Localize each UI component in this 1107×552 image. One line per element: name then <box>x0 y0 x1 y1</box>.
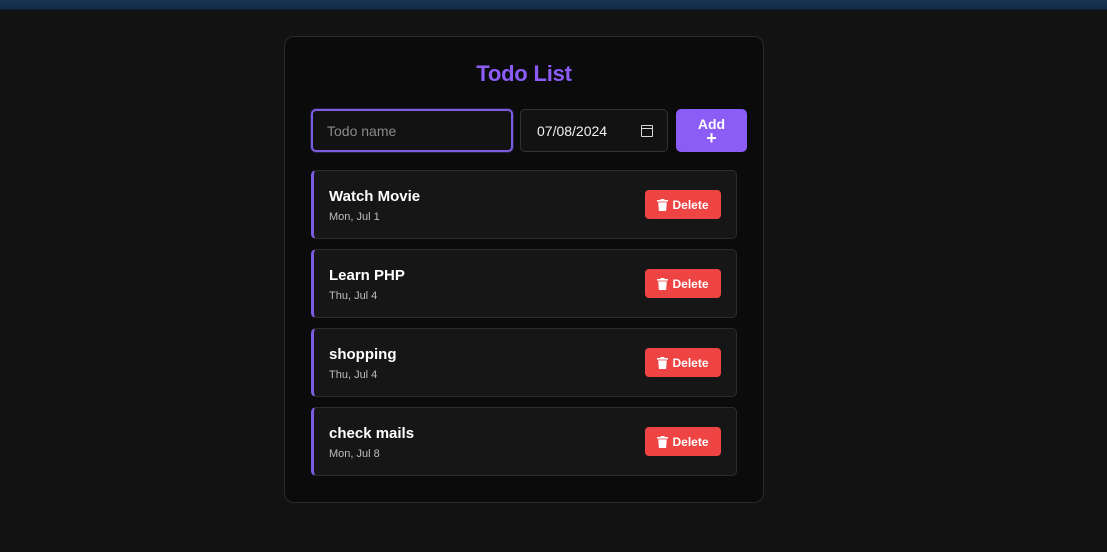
delete-button-label: Delete <box>672 197 709 212</box>
page-title: Todo List <box>476 61 572 86</box>
todo-item-name: check mails <box>329 425 415 442</box>
todo-item-date: Thu, Jul 4 <box>329 290 378 302</box>
todo-item-date: Mon, Jul 8 <box>329 448 380 460</box>
add-button[interactable]: Add + <box>676 109 747 152</box>
todo-item-date: Thu, Jul 4 <box>329 369 378 381</box>
trash-icon <box>657 435 669 448</box>
todo-list: Watch Movie Mon, Jul 1 Delete Learn PHP … <box>311 170 737 486</box>
todo-item-name: Watch Movie <box>329 188 421 205</box>
todo-item-name: shopping <box>329 346 397 363</box>
delete-button[interactable]: Delete <box>645 269 721 298</box>
calendar-icon[interactable] <box>641 124 653 137</box>
delete-button[interactable]: Delete <box>645 427 721 456</box>
todo-item: Learn PHP Thu, Jul 4 Delete <box>311 249 737 318</box>
todo-item: check mails Mon, Jul 8 Delete <box>311 407 737 476</box>
todo-item-date: Mon, Jul 1 <box>329 211 380 223</box>
trash-icon <box>657 277 669 290</box>
browser-top-strip <box>0 0 1107 10</box>
todo-item: shopping Thu, Jul 4 Delete <box>311 328 737 397</box>
delete-button-label: Delete <box>672 276 709 291</box>
date-value: 07/08/2024 <box>537 122 608 139</box>
todo-date-input[interactable]: 07/08/2024 <box>520 109 668 152</box>
delete-button-label: Delete <box>672 434 709 449</box>
plus-icon: + <box>706 127 717 148</box>
trash-icon <box>657 356 669 369</box>
delete-button-label: Delete <box>672 355 709 370</box>
todo-item: Watch Movie Mon, Jul 1 Delete <box>311 170 737 239</box>
delete-button[interactable]: Delete <box>645 348 721 377</box>
delete-button[interactable]: Delete <box>645 190 721 219</box>
todo-name-input[interactable] <box>311 109 513 152</box>
todo-card: Todo List 07/08/2024 Add + Watch Movie M… <box>284 36 764 503</box>
todo-item-name: Learn PHP <box>329 267 405 284</box>
trash-icon <box>657 198 669 211</box>
